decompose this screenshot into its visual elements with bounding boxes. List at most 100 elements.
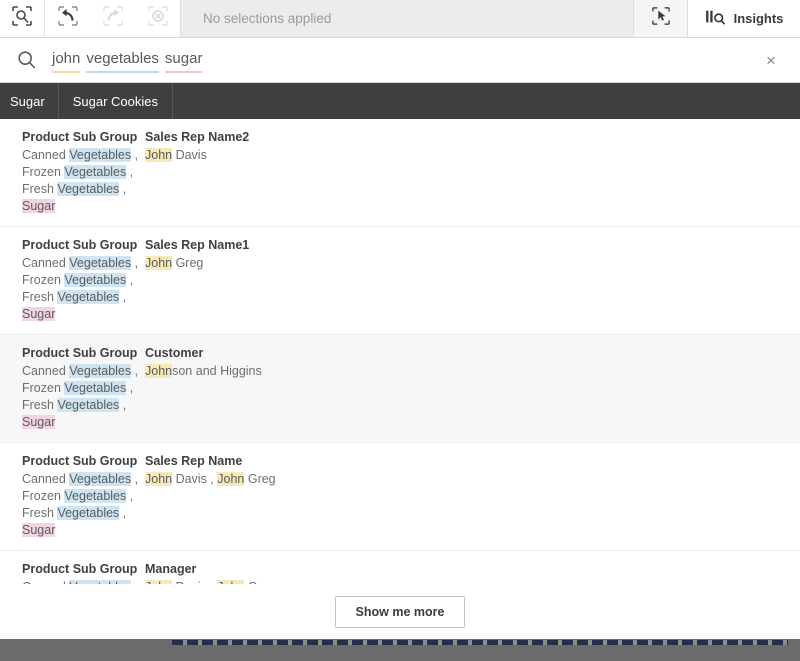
result-field-name: Product Sub Group [22,129,145,147]
tabbar-filler [173,83,800,119]
result-value-line[interactable]: Fresh Vegetables , [22,181,145,198]
value-text: , [131,472,138,486]
search-term-vegetables[interactable]: vegetables [86,49,159,73]
match-highlight: Sugar [22,415,55,429]
result-value-line[interactable]: Sugar [22,522,145,539]
match-highlight: Vegetables [69,364,131,378]
selection-search-button[interactable] [0,0,45,37]
results-footer: Show me more [0,584,800,639]
match-highlight: Vegetables [57,398,119,412]
result-left-column: Product Sub GroupCanned Vegetables ,Froz… [0,129,145,215]
result-value-line[interactable]: Fresh Vegetables , [22,505,145,522]
match-highlight: Vegetables [69,148,131,162]
tab-sugar-cookies[interactable]: Sugar Cookies [59,83,173,119]
value-text: , [119,182,126,196]
match-highlight: Vegetables [64,489,126,503]
step-back-icon [58,6,78,31]
result-field-name: Sales Rep Name2 [145,129,800,147]
result-value-line[interactable]: Frozen Vegetables , [22,380,145,397]
search-input[interactable]: john vegetables sugar [40,47,756,73]
selections-status-text: No selections applied [203,11,331,26]
value-text: , [131,256,138,270]
match-highlight: John [145,472,172,486]
dashed-scroll-indicator [172,640,788,645]
step-forward-icon [103,6,123,31]
result-row[interactable]: Product Sub GroupCanned Vegetables ,Froz… [0,119,800,227]
match-highlight: Vegetables [69,256,131,270]
match-highlight: Vegetables [69,472,131,486]
result-value-line[interactable]: Fresh Vegetables , [22,289,145,306]
value-text: , [119,290,126,304]
result-value-line[interactable]: John Davis [145,147,800,164]
bottom-status-bar [0,639,800,661]
result-value-line[interactable]: John Davis , John Greg [145,471,800,488]
result-value-line[interactable]: Frozen Vegetables , [22,488,145,505]
value-text: Frozen [22,273,64,287]
step-back-button[interactable] [45,0,90,37]
selection-pointer-icon [652,7,670,30]
search-term-john[interactable]: john [52,49,80,73]
match-highlight: Vegetables [57,290,119,304]
selections-toolbar: No selections applied Insights [0,0,800,38]
match-highlight: Sugar [22,307,55,321]
result-value-line[interactable]: Canned Vegetables , [22,363,145,380]
match-highlight: Vegetables [57,506,119,520]
result-value-line[interactable]: Fresh Vegetables , [22,397,145,414]
search-bar[interactable]: john vegetables sugar × [0,38,800,83]
result-row[interactable]: Product Sub GroupCanned Vegetables ,Froz… [0,551,800,584]
search-results-list: Product Sub GroupCanned Vegetables ,Froz… [0,119,800,584]
show-me-more-button[interactable]: Show me more [335,596,466,628]
value-text: Canned [22,148,69,162]
search-icon [14,50,40,70]
value-text: , [126,381,133,395]
close-icon[interactable]: × [756,52,786,69]
result-row[interactable]: Product Sub GroupCanned Vegetables ,Froz… [0,443,800,551]
value-text: son and Higgins [172,364,262,378]
value-text: , [131,148,138,162]
step-forward-button [90,0,135,37]
result-field-name: Product Sub Group [22,561,145,579]
result-value-line[interactable]: Frozen Vegetables , [22,272,145,289]
value-text: Frozen [22,489,64,503]
clear-selections-button [135,0,180,37]
search-term-sugar[interactable]: sugar [165,49,203,73]
match-highlight: John [217,472,244,486]
match-highlight: Vegetables [64,165,126,179]
insight-advisor-search-window: No selections applied Insights [0,0,800,661]
result-value-line[interactable]: John Greg [145,255,800,272]
value-text: Davis , [172,472,217,486]
value-text: , [119,398,126,412]
result-value-line[interactable]: Sugar [22,414,145,431]
result-value-line[interactable]: Sugar [22,306,145,323]
result-left-column: Product Sub GroupCanned Vegetables ,Froz… [0,453,145,539]
result-right-column: Sales Rep NameJohn Davis , John Greg [145,453,800,539]
result-row[interactable]: Product Sub GroupCanned Vegetables ,Froz… [0,227,800,335]
result-value-line[interactable]: Sugar [22,198,145,215]
result-value-line[interactable]: Canned Vegetables , [22,471,145,488]
match-highlight: Vegetables [64,273,126,287]
selections-status-bar: No selections applied [180,0,633,37]
result-field-name: Product Sub Group [22,345,145,363]
result-value-line[interactable]: Canned Vegetables , [22,255,145,272]
value-text: , [126,165,133,179]
tab-sugar[interactable]: Sugar [0,83,59,119]
match-highlight: Vegetables [57,182,119,196]
result-right-column: ManagerJohn Davis , John Greg [145,561,800,584]
value-text: , [119,506,126,520]
result-value-line[interactable]: Frozen Vegetables , [22,164,145,181]
result-row[interactable]: Product Sub GroupCanned Vegetables ,Froz… [0,335,800,443]
result-field-name: Sales Rep Name [145,453,800,471]
result-right-column: Sales Rep Name1John Greg [145,237,800,323]
selection-search-icon [12,6,32,31]
result-value-line[interactable]: Johnson and Higgins [145,363,800,380]
result-value-line[interactable]: Canned Vegetables , [22,147,145,164]
result-left-column: Product Sub GroupCanned Vegetables ,Froz… [0,561,145,584]
insights-button[interactable]: Insights [688,0,800,37]
value-text: Frozen [22,381,64,395]
value-text: Fresh [22,182,57,196]
value-text: Frozen [22,165,64,179]
match-highlight: John [145,364,172,378]
value-text: Fresh [22,398,57,412]
selection-tool-button[interactable] [633,0,688,37]
result-tabs: Sugar Sugar Cookies [0,83,800,119]
